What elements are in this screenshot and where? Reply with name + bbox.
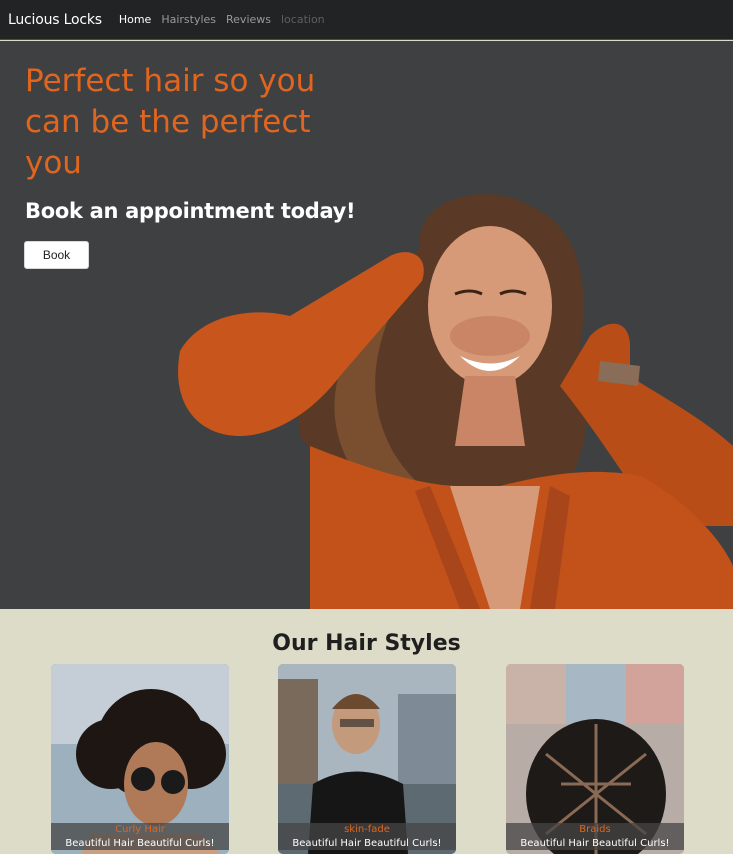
card-caption: Braids Beautiful Hair Beautiful Curls! bbox=[506, 823, 684, 850]
hero-banner: Perfect hair so you can be the perfect y… bbox=[0, 41, 733, 609]
hero-title: Perfect hair so you can be the perfect y… bbox=[25, 63, 316, 181]
hero-model-photo bbox=[178, 194, 733, 609]
card-skin-fade[interactable]: skin-fade Beautiful Hair Beautiful Curls… bbox=[278, 664, 456, 854]
nav-hairstyles-link[interactable]: Hairstyles bbox=[161, 13, 216, 26]
card-braids[interactable]: Braids Beautiful Hair Beautiful Curls! bbox=[506, 664, 684, 854]
card-curly-hair[interactable]: Curly Hair Beautiful Hair Beautiful Curl… bbox=[51, 664, 229, 854]
top-navbar: Lucious Locks Home Hairstyles Reviews lo… bbox=[0, 0, 733, 40]
nav-home-link[interactable]: Home bbox=[119, 13, 151, 26]
hair-styles-section: Our Hair Styles Curly Hair Beautiful Hai… bbox=[0, 609, 733, 854]
section-title: Our Hair Styles bbox=[272, 631, 461, 656]
hero-subtitle: Book an appointment today! bbox=[25, 199, 356, 223]
card-title: skin-fade bbox=[344, 824, 390, 835]
card-text: Beautiful Hair Beautiful Curls! bbox=[520, 838, 670, 849]
card-caption: Curly Hair Beautiful Hair Beautiful Curl… bbox=[51, 823, 229, 850]
card-text: Beautiful Hair Beautiful Curls! bbox=[65, 838, 215, 849]
brand-logo[interactable]: Lucious Locks bbox=[8, 12, 102, 28]
card-title: Curly Hair bbox=[115, 824, 165, 835]
card-caption: skin-fade Beautiful Hair Beautiful Curls… bbox=[278, 823, 456, 850]
nav-reviews-link[interactable]: Reviews bbox=[226, 13, 271, 26]
nav-location-link: location bbox=[281, 13, 325, 26]
card-title: Braids bbox=[579, 824, 611, 835]
book-button[interactable]: Book bbox=[24, 241, 89, 269]
card-text: Beautiful Hair Beautiful Curls! bbox=[292, 838, 442, 849]
